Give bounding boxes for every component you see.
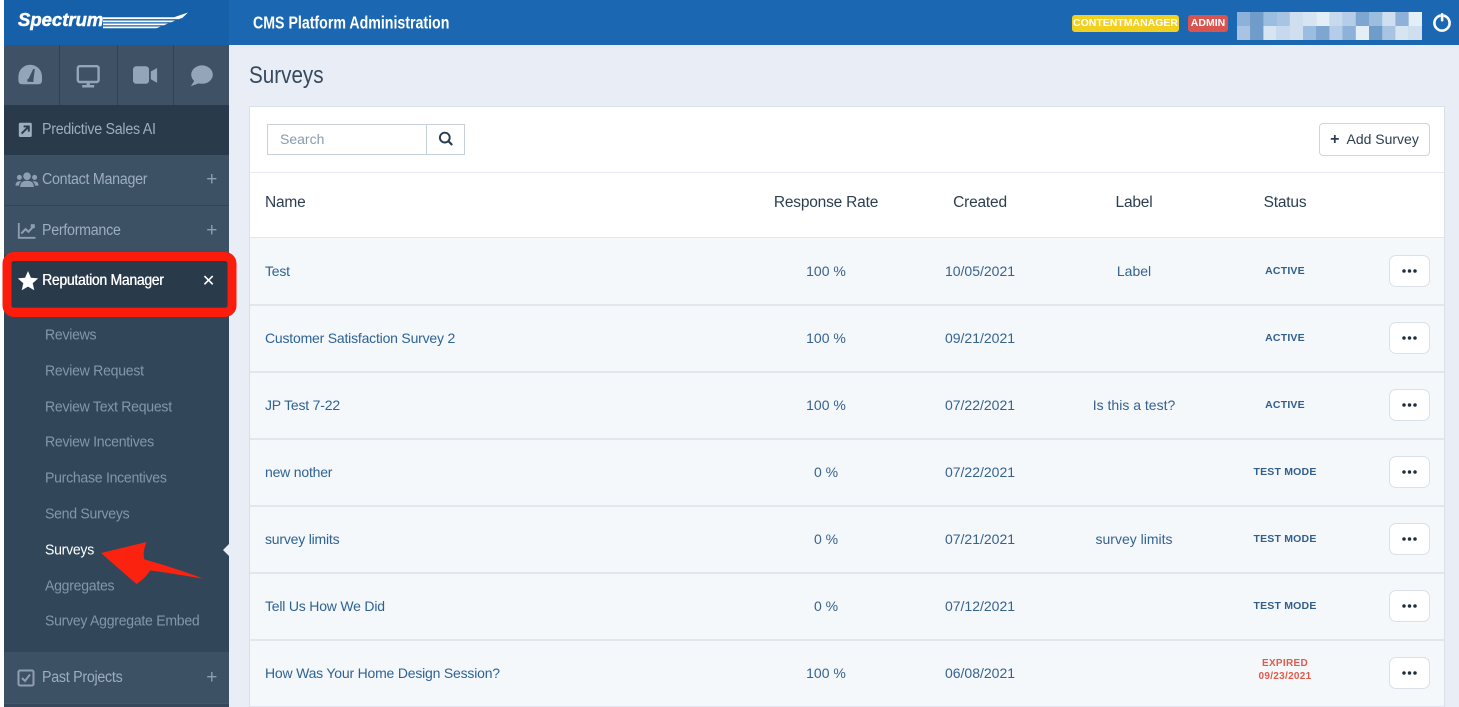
- svg-text:Spectrum: Spectrum: [18, 9, 103, 30]
